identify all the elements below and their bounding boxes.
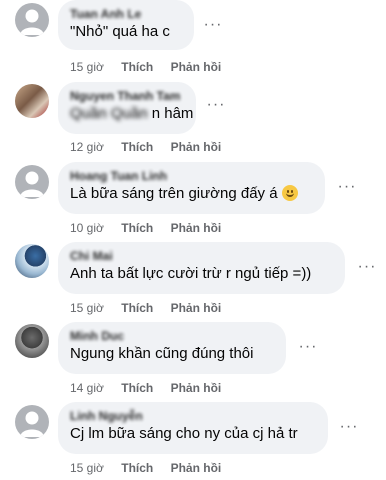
comment-author[interactable]: Minh Duc bbox=[70, 329, 274, 344]
like-button[interactable]: Thích bbox=[121, 301, 153, 315]
more-options-icon[interactable]: ··· bbox=[204, 97, 228, 122]
reply-button[interactable]: Phản hồi bbox=[171, 381, 222, 395]
reply-button[interactable]: Phản hồi bbox=[171, 140, 222, 154]
comment-author[interactable]: Hoang Tuan Linh bbox=[70, 169, 313, 184]
comment-text-line: Quần Quần n hâm bbox=[70, 104, 193, 124]
avatar[interactable] bbox=[15, 165, 49, 199]
comment-text: Anh ta bất lực cười trừ r ngủ tiếp =)) bbox=[70, 265, 312, 282]
more-options-icon[interactable]: ··· bbox=[355, 259, 379, 284]
comment-author[interactable]: Linh Nguyễn bbox=[70, 409, 316, 424]
comment-author[interactable]: Nguyen Thanh Tam bbox=[70, 89, 184, 104]
comment-actions: 15 giờ Thích Phản hồi bbox=[70, 461, 235, 476]
comment-text: Là bữa sáng trên giường đấy á bbox=[70, 185, 278, 202]
comment-bubble: Nguyen Thanh Tam Quần Quần n hâm bbox=[58, 82, 196, 134]
comment-timestamp[interactable]: 12 giờ bbox=[70, 140, 104, 154]
comment-actions: 14 giờ Thích Phản hồi bbox=[70, 381, 235, 396]
reply-button[interactable]: Phản hồi bbox=[171, 221, 222, 235]
like-button[interactable]: Thích bbox=[121, 461, 153, 475]
more-options-icon[interactable]: ··· bbox=[335, 179, 359, 204]
comment-item: Linh Nguyễn Cj lm bữa sáng cho ny của cj… bbox=[0, 0, 386, 475]
comment-text: n hâm bbox=[151, 105, 194, 122]
comment-timestamp[interactable]: 15 giờ bbox=[70, 461, 104, 475]
like-button[interactable]: Thích bbox=[121, 140, 153, 154]
comment-actions: 15 giờ Thích Phản hồi bbox=[70, 301, 235, 316]
reply-button[interactable]: Phản hồi bbox=[171, 461, 222, 475]
default-user-icon bbox=[20, 171, 44, 197]
comment-timestamp[interactable]: 14 giờ bbox=[70, 381, 104, 395]
default-user-icon bbox=[20, 411, 44, 437]
comment-author[interactable]: Chi Mai bbox=[70, 249, 333, 264]
avatar[interactable] bbox=[15, 244, 49, 278]
comment-text: Ngung khần cũng đúng thôi bbox=[70, 345, 254, 362]
comment-text: Cj lm bữa sáng cho ny của cj hả tr bbox=[70, 425, 298, 442]
more-options-icon[interactable]: ··· bbox=[296, 339, 320, 364]
comment-bubble: Chi Mai Anh ta bất lực cười trừ r ngủ ti… bbox=[58, 242, 345, 294]
smiling-face-icon bbox=[281, 185, 298, 201]
more-options-icon[interactable]: ··· bbox=[337, 419, 361, 444]
comment-text-line: Là bữa sáng trên giường đấy á bbox=[70, 184, 313, 204]
comment-bubble: Minh Duc Ngung khần cũng đúng thôi bbox=[58, 322, 286, 374]
avatar[interactable] bbox=[15, 324, 49, 358]
comment-bubble: Hoang Tuan Linh Là bữa sáng trên giường … bbox=[58, 162, 325, 214]
like-button[interactable]: Thích bbox=[121, 221, 153, 235]
reply-button[interactable]: Phản hồi bbox=[171, 301, 222, 315]
like-button[interactable]: Thích bbox=[121, 381, 153, 395]
avatar[interactable] bbox=[15, 84, 49, 118]
comment-text-prefix: Quần Quần bbox=[70, 105, 148, 122]
comment-timestamp[interactable]: 15 giờ bbox=[70, 301, 104, 315]
avatar[interactable] bbox=[15, 405, 49, 439]
comment-actions: 12 giờ Thích Phản hồi bbox=[70, 140, 235, 155]
comment-timestamp[interactable]: 10 giờ bbox=[70, 221, 104, 235]
comment-actions: 10 giờ Thích Phản hồi bbox=[70, 221, 235, 236]
comment-bubble: Linh Nguyễn Cj lm bữa sáng cho ny của cj… bbox=[58, 402, 328, 454]
